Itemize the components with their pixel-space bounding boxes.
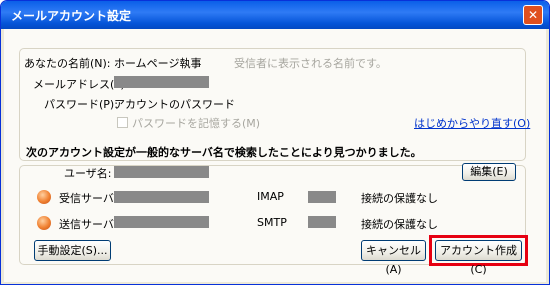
- incoming-server-redacted: [114, 191, 209, 203]
- email-field-redacted[interactable]: [114, 76, 209, 88]
- username-redacted: [114, 166, 209, 178]
- incoming-port-redacted: [308, 191, 336, 203]
- close-icon: ✕: [527, 8, 539, 22]
- password-field[interactable]: アカウントのパスワード: [114, 96, 235, 112]
- edit-button[interactable]: 編集(E): [462, 163, 516, 181]
- cancel-button[interactable]: キャンセル(A): [361, 240, 426, 276]
- create-account-label: アカウント作成(C): [440, 244, 517, 276]
- outgoing-server-redacted: [114, 216, 209, 228]
- incoming-security: 接続の保護なし: [361, 192, 438, 205]
- manual-setup-button[interactable]: 手動設定(S)...: [34, 240, 111, 261]
- name-label: あなたの名前(N):: [24, 57, 111, 70]
- outgoing-security: 接続の保護なし: [361, 218, 438, 231]
- outgoing-status-icon: [37, 216, 51, 230]
- mail-account-setup-dialog: メールアカウント設定 ✕ あなたの名前(N): ホームページ執事 受信者に表示さ…: [0, 0, 550, 285]
- outgoing-protocol: SMTP: [257, 216, 287, 229]
- close-button[interactable]: ✕: [523, 5, 543, 25]
- incoming-status-icon: [37, 190, 51, 204]
- outgoing-label: 送信サーバ:: [59, 218, 118, 231]
- username-label: ユーザ名:: [64, 167, 112, 180]
- manual-setup-label: 手動設定(S)...: [37, 244, 108, 257]
- edit-button-label: 編集(E): [470, 165, 508, 178]
- password-label: パスワード(P):: [44, 98, 118, 111]
- incoming-protocol: IMAP: [257, 190, 284, 203]
- title-bar[interactable]: メールアカウント設定 ✕: [1, 1, 549, 29]
- cancel-label: キャンセル(A): [366, 244, 421, 276]
- name-field[interactable]: ホームページ執事: [114, 55, 201, 71]
- window-title: メールアカウント設定: [11, 9, 132, 23]
- remember-password-checkbox[interactable]: [117, 117, 128, 128]
- remember-password-label: パスワードを記憶する(M): [132, 117, 261, 130]
- incoming-label: 受信サーバ:: [59, 192, 118, 205]
- restart-link[interactable]: はじめからやり直す(O): [414, 115, 530, 131]
- name-hint: 受信者に表示される名前です。: [234, 57, 387, 70]
- outgoing-port-redacted: [308, 216, 336, 228]
- create-account-button[interactable]: アカウント作成(C): [435, 240, 522, 276]
- found-message: 次のアカウント設定が一般的なサーバ名で検索したことにより見つかりました。: [26, 146, 422, 159]
- dialog-body: あなたの名前(N): ホームページ執事 受信者に表示される名前です。 メールアド…: [4, 29, 546, 282]
